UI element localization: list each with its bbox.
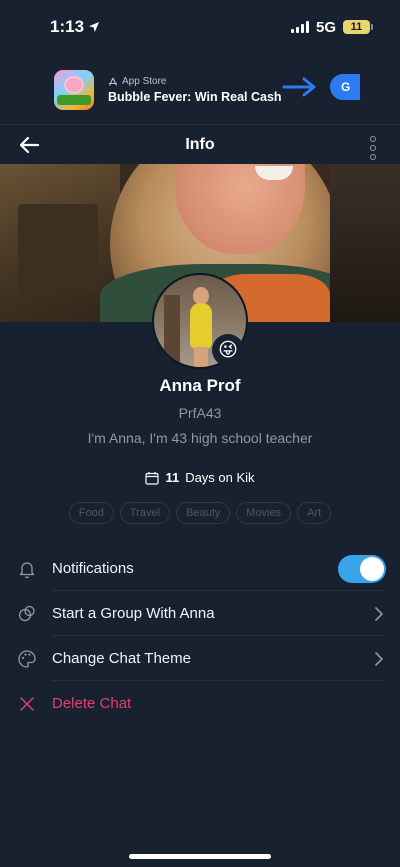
group-icon bbox=[16, 603, 38, 625]
start-group-label: Start a Group With Anna bbox=[52, 605, 215, 622]
page-title: Info bbox=[185, 135, 215, 153]
chevron-right-icon bbox=[375, 651, 383, 666]
mood-emoji-badge: 😜 bbox=[212, 334, 244, 366]
notifications-toggle[interactable] bbox=[338, 554, 386, 583]
status-indicators: 5G 11 bbox=[290, 18, 373, 36]
profile-name: Anna Prof bbox=[159, 376, 241, 395]
interest-tag: Beauty bbox=[176, 502, 231, 524]
palette-icon bbox=[16, 648, 38, 670]
status-bar: 1:13 5G 11 bbox=[0, 0, 400, 54]
start-group-row[interactable]: Start a Group With Anna bbox=[0, 591, 400, 636]
interest-tags: Food Travel Beauty Movies Art bbox=[0, 502, 400, 524]
ad-source: App Store bbox=[108, 76, 282, 87]
ad-banner[interactable]: App Store Bubble Fever: Win Real Cash G bbox=[0, 60, 400, 120]
interest-tag: Movies bbox=[236, 502, 292, 524]
delete-chat-row[interactable]: Delete Chat bbox=[0, 681, 400, 726]
notifications-row[interactable]: Notifications bbox=[0, 546, 400, 591]
interest-tag: Art bbox=[297, 502, 332, 524]
arrow-right-icon bbox=[282, 77, 316, 97]
bell-icon bbox=[16, 558, 38, 580]
time-text: 1:13 bbox=[50, 17, 85, 36]
more-options-icon[interactable] bbox=[370, 136, 376, 160]
days-label: Days on Kik bbox=[185, 470, 255, 485]
back-arrow-icon[interactable] bbox=[18, 135, 40, 155]
app-store-icon bbox=[109, 77, 117, 86]
close-icon bbox=[16, 693, 38, 715]
profile-bio: I'm Anna, I'm 43 high school teacher bbox=[87, 430, 313, 446]
ad-text: App Store Bubble Fever: Win Real Cash bbox=[108, 76, 282, 104]
interest-tag: Travel bbox=[119, 502, 171, 524]
emoji-icon: 😜 bbox=[218, 339, 238, 361]
ad-title: Bubble Fever: Win Real Cash bbox=[108, 90, 282, 104]
calendar-icon bbox=[145, 471, 160, 485]
days-count: 11 bbox=[165, 470, 180, 485]
delete-chat-label: Delete Chat bbox=[52, 695, 132, 712]
ad-source-label: App Store bbox=[122, 76, 167, 87]
status-time: 1:13 bbox=[50, 17, 100, 37]
ad-get-button[interactable]: G bbox=[330, 74, 360, 100]
chevron-right-icon bbox=[375, 606, 383, 621]
network-type: 5G bbox=[315, 18, 336, 36]
change-theme-row[interactable]: Change Chat Theme bbox=[0, 636, 400, 681]
signal-icon bbox=[290, 21, 309, 33]
change-theme-label: Change Chat Theme bbox=[52, 650, 191, 667]
battery-level: 11 bbox=[350, 21, 363, 33]
battery-icon: 11 bbox=[343, 20, 373, 34]
interest-tag: Food bbox=[68, 502, 114, 524]
profile-username: PrfA43 bbox=[178, 405, 222, 421]
days-on-kik: 11 Days on Kik bbox=[0, 470, 400, 485]
nav-header: Info bbox=[0, 124, 400, 164]
home-indicator[interactable] bbox=[129, 854, 271, 859]
notifications-label: Notifications bbox=[52, 560, 134, 577]
ad-app-icon bbox=[54, 70, 94, 110]
location-arrow-icon bbox=[89, 22, 100, 32]
